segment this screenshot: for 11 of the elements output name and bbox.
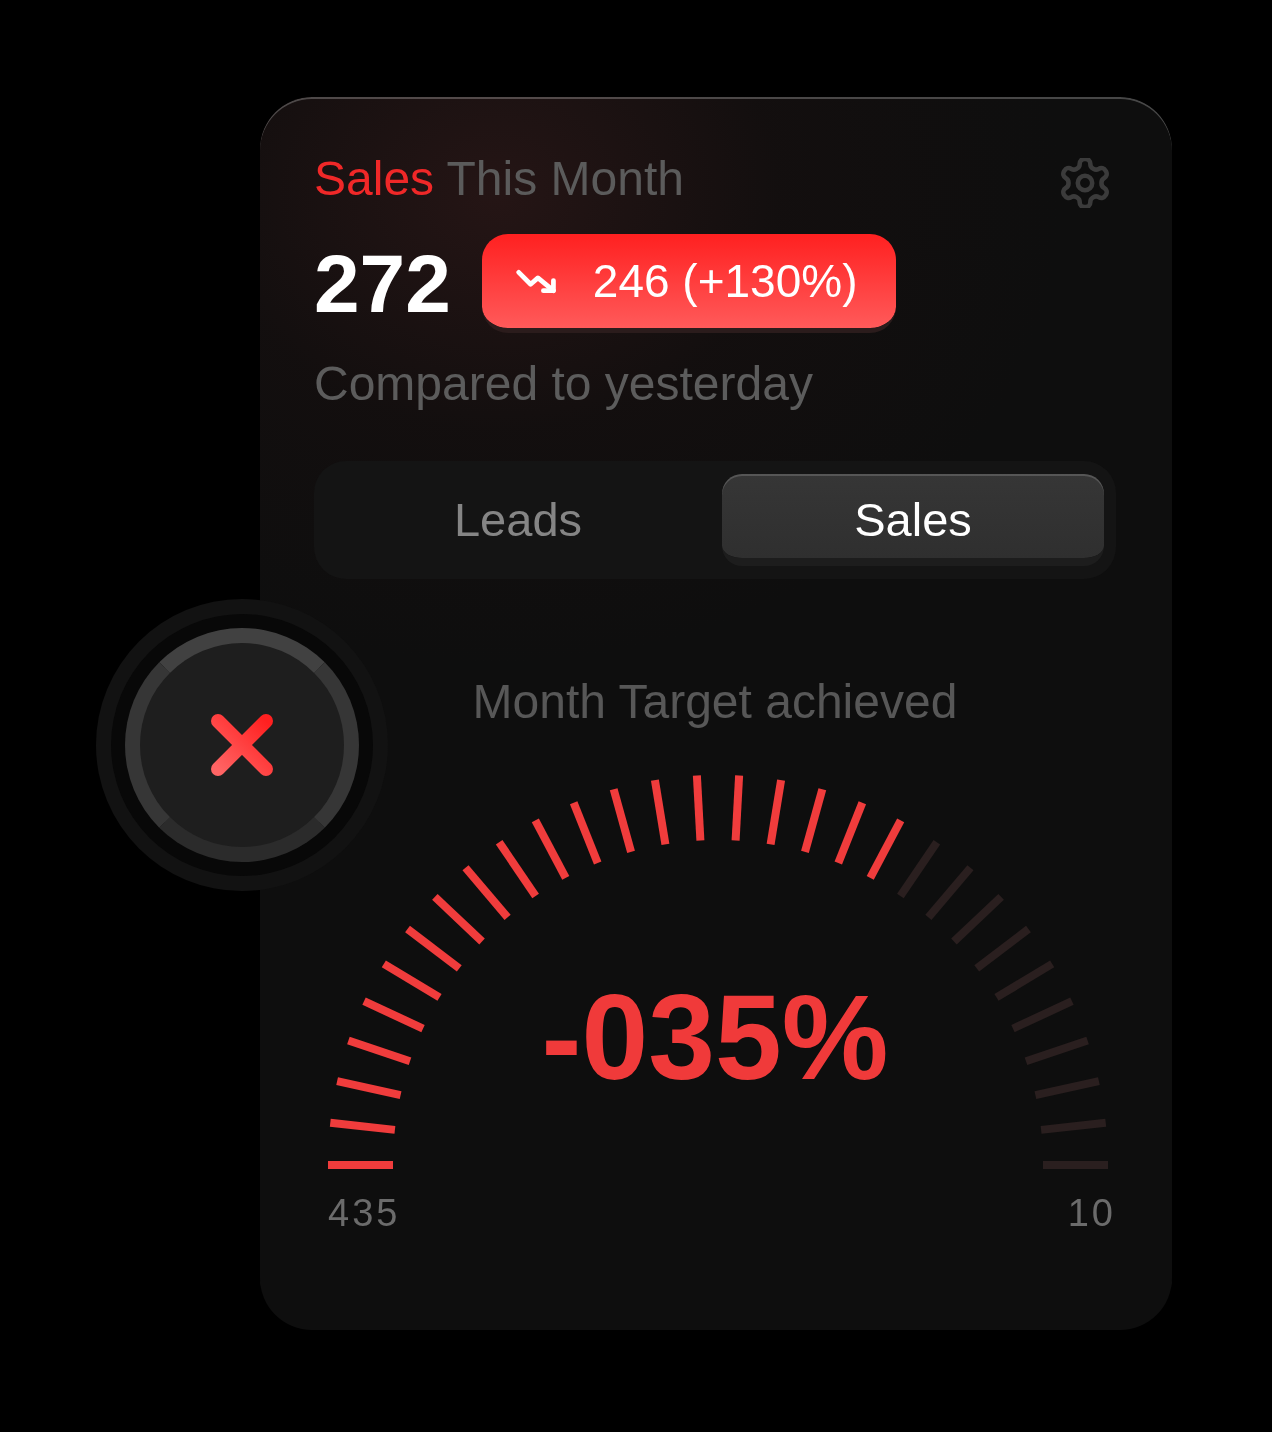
gauge-reading: -035% [541, 977, 889, 1098]
tab[interactable]: Leads [327, 473, 709, 566]
comparison-text: Compared to yesterday [314, 356, 814, 412]
gauge-min-label: 435 [328, 1191, 401, 1237]
gauge-max-label: 10 [1067, 1191, 1116, 1237]
total-value: 272 [314, 242, 451, 325]
trend-down-icon [515, 268, 558, 294]
close-icon [211, 714, 273, 776]
tab[interactable]: Sales [722, 473, 1104, 566]
gauge-title: Month Target achieved [471, 673, 959, 730]
card-title: Sales This Month [314, 151, 684, 207]
